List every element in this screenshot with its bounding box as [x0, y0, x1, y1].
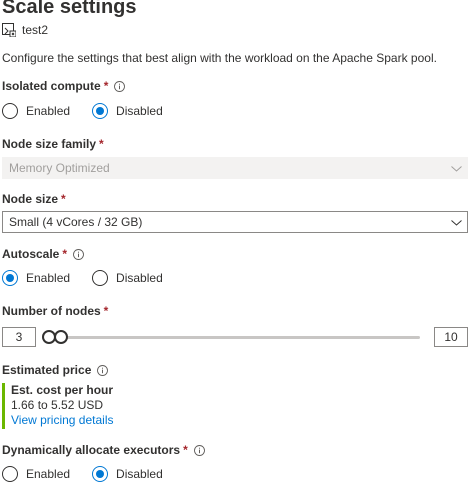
radio-circle[interactable] — [2, 103, 18, 119]
view-pricing-details-link[interactable]: View pricing details — [11, 413, 202, 428]
radio-circle-checked[interactable] — [92, 103, 109, 119]
required-mark: * — [61, 192, 66, 206]
isolated-compute-label-text: Isolated compute — [2, 79, 101, 93]
node-size-family-label: Node size family * — [2, 137, 104, 151]
isolated-compute-disabled-radio[interactable]: Disabled — [92, 103, 163, 119]
radio-label: Disabled — [116, 271, 163, 285]
required-mark: * — [183, 443, 188, 457]
estimated-price-label-text: Estimated price — [2, 363, 92, 377]
resource-name: test2 — [2, 20, 48, 40]
required-mark: * — [103, 304, 109, 318]
radio-circle[interactable] — [2, 466, 18, 482]
dynamic-executors-label-text: Dynamically allocate executors — [2, 443, 181, 457]
price-heading: Est. cost per hour — [11, 383, 114, 397]
dynamic-executors-disabled-radio[interactable]: Disabled — [92, 466, 163, 482]
required-mark: * — [62, 247, 68, 261]
isolated-compute-enabled-radio[interactable]: Enabled — [2, 103, 70, 119]
radio-circle-checked[interactable] — [92, 466, 109, 482]
info-icon[interactable] — [73, 248, 84, 260]
radio-label: Enabled — [26, 271, 71, 285]
chevron-down-icon[interactable] — [450, 216, 463, 229]
info-icon[interactable] — [114, 80, 126, 92]
autoscale-radio-group: Enabled Disabled — [2, 267, 163, 289]
autoscale-label: Autoscale * — [2, 247, 84, 261]
estimated-price-label: Estimated price — [2, 363, 109, 377]
autoscale-label-text: Autoscale — [2, 247, 60, 261]
node-size-dropdown[interactable]: Small (4 vCores / 32 GB) — [2, 211, 468, 233]
required-mark: * — [103, 79, 109, 93]
radio-circle-checked[interactable] — [2, 270, 18, 286]
node-size-label: Node size * — [2, 192, 66, 206]
dynamic-executors-enabled-radio[interactable]: Enabled — [2, 466, 70, 482]
spark-pool-icon — [2, 23, 16, 37]
dropdown-value: Small (4 vCores / 32 GB) — [9, 215, 143, 229]
isolated-compute-radio-group: Enabled Disabled — [2, 100, 163, 122]
autoscale-enabled-radio[interactable]: Enabled — [2, 270, 70, 286]
required-mark: * — [99, 137, 104, 151]
radio-label: Enabled — [26, 467, 71, 481]
scale-settings-panel: Scale settings test2 Configure the setti… — [0, 0, 474, 484]
node-size-label-text: Node size — [2, 192, 59, 206]
radio-circle[interactable] — [92, 270, 109, 286]
info-icon[interactable] — [193, 444, 205, 456]
min-nodes-input[interactable]: 3 — [2, 327, 36, 347]
node-size-family-label-text: Node size family — [2, 137, 97, 151]
nodes-range-slider-track[interactable] — [62, 336, 420, 339]
dropdown-value: Memory Optimized — [9, 161, 110, 175]
info-icon[interactable] — [97, 364, 109, 376]
radio-label: Disabled — [116, 467, 163, 481]
max-nodes-input[interactable]: 10 — [434, 327, 468, 347]
description-text: Configure the settings that best align w… — [2, 51, 437, 65]
dynamic-executors-radio-group: Enabled Disabled — [2, 463, 163, 484]
chevron-down-icon — [451, 166, 462, 172]
max-nodes-slider-thumb[interactable] — [54, 330, 68, 344]
resource-label: test2 — [22, 23, 49, 37]
number-of-nodes-label: Number of nodes * — [2, 304, 108, 318]
number-of-nodes-label-text: Number of nodes — [2, 304, 101, 318]
price-range: 1.66 to 5.52 USD — [11, 398, 104, 412]
node-size-family-dropdown: Memory Optimized — [2, 157, 468, 179]
autoscale-disabled-radio[interactable]: Disabled — [92, 270, 163, 286]
isolated-compute-label: Isolated compute * — [2, 79, 126, 93]
radio-label: Disabled — [116, 104, 163, 118]
dynamic-executors-label: Dynamically allocate executors * — [2, 443, 205, 457]
radio-label: Enabled — [26, 104, 71, 118]
price-summary: Est. cost per hour 1.66 to 5.52 USD View… — [2, 383, 202, 429]
page-title: Scale settings — [2, 0, 137, 18]
